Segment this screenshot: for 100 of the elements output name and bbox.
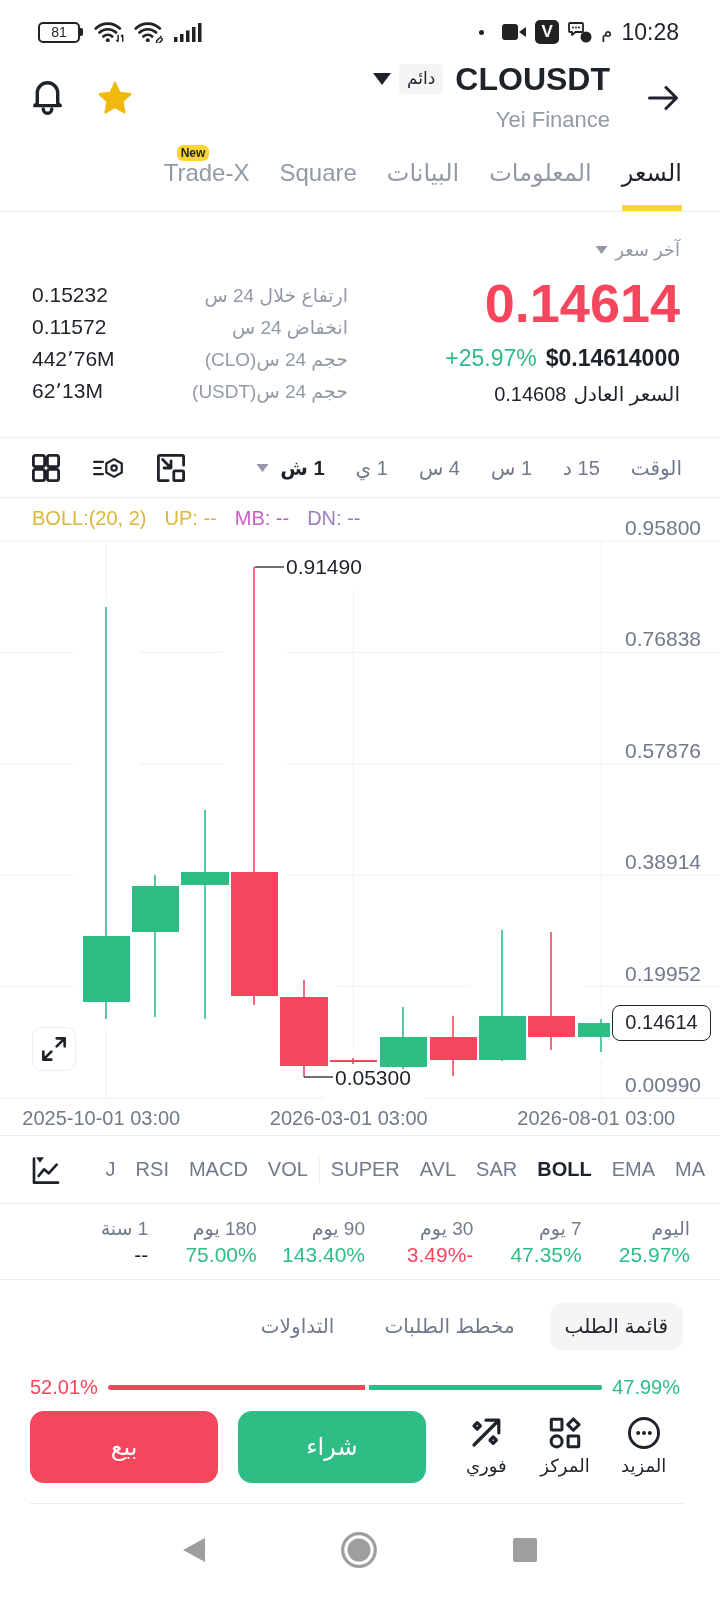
dot-icon bbox=[479, 29, 485, 35]
period-change: 143.40% bbox=[282, 1242, 365, 1268]
indicator-legend-text: MB: -- bbox=[234, 506, 290, 530]
period-change: 25.97% bbox=[618, 1242, 690, 1268]
period-label: 1 سنة bbox=[100, 1217, 149, 1241]
indicator-tab[interactable]: BOLL bbox=[537, 1158, 592, 1181]
stat-label: حجم 24 س(USDT) bbox=[192, 379, 348, 403]
interval-label: الوقت bbox=[630, 455, 682, 480]
stat-label: ارتفاع خلال 24 س bbox=[204, 283, 348, 307]
interval-option[interactable]: 4 س bbox=[418, 455, 460, 480]
stat-label: انخفاض 24 س bbox=[231, 315, 348, 339]
indicator-tab[interactable]: VOL bbox=[267, 1158, 308, 1181]
period-label: اليوم bbox=[651, 1217, 690, 1242]
date-axis-label: 2026-03-01 03:00 bbox=[269, 1107, 428, 1129]
spot-button[interactable]: فوري bbox=[447, 1398, 526, 1477]
tab[interactable]: Trade-X New bbox=[163, 140, 250, 211]
interval-option[interactable]: 1 ي bbox=[355, 455, 388, 480]
grid-icon[interactable] bbox=[32, 453, 60, 482]
star-icon[interactable] bbox=[98, 81, 132, 114]
time-period: م bbox=[601, 21, 613, 44]
indicator-tab[interactable]: SUPER bbox=[330, 1158, 400, 1181]
indicator-tab[interactable]: J bbox=[105, 1158, 116, 1181]
period-label: 7 يوم bbox=[538, 1217, 582, 1242]
indicator-legend-text: UP: -- bbox=[164, 506, 217, 530]
indicator-tab[interactable]: SAR bbox=[476, 1158, 518, 1181]
axis-label: 0.57876 bbox=[625, 738, 701, 762]
interval-option[interactable]: 15 د bbox=[563, 455, 600, 480]
current-price-tag: 0.14614 bbox=[612, 1005, 711, 1041]
tab[interactable]: المعلومات bbox=[489, 140, 592, 211]
wifi-icon bbox=[134, 21, 165, 43]
buy-share: 47.99% bbox=[612, 1376, 680, 1398]
caret-icon[interactable] bbox=[373, 73, 391, 85]
tab[interactable]: السعر bbox=[621, 140, 682, 211]
shrink-icon[interactable] bbox=[157, 453, 185, 482]
indicator-legend-text: BOLL:(20, 2) bbox=[32, 506, 147, 530]
buy-button[interactable]: شراء bbox=[238, 1411, 426, 1483]
wifi-icon bbox=[94, 21, 125, 43]
order-book-tab[interactable]: مخطط الطلبات bbox=[369, 1303, 530, 1350]
candlestick bbox=[380, 1006, 427, 1070]
usd-price: $0.14614000 bbox=[545, 344, 680, 372]
position-button[interactable]: المركز bbox=[525, 1398, 605, 1477]
right-arrow-icon[interactable] bbox=[648, 86, 678, 110]
interval-option[interactable]: 1 س bbox=[491, 455, 533, 480]
indicator-tab[interactable]: RSI bbox=[135, 1158, 169, 1181]
order-book-tab[interactable]: قائمة الطلب bbox=[549, 1303, 683, 1350]
price-type-label[interactable]: آخر سعر bbox=[615, 239, 680, 261]
expand-icon bbox=[42, 1037, 66, 1061]
percent-arrow-icon bbox=[470, 1417, 503, 1449]
more-icon bbox=[627, 1417, 660, 1449]
fair-price-label: السعر العادل bbox=[573, 382, 680, 406]
interval-option[interactable]: 1 ش bbox=[280, 455, 325, 480]
fair-price-value: 0.14608 bbox=[494, 382, 567, 406]
bell-icon[interactable] bbox=[33, 81, 62, 115]
sell-button[interactable]: بيع bbox=[30, 1411, 218, 1483]
tab[interactable]: البيانات bbox=[386, 140, 460, 211]
symbol-title[interactable]: CLOUSDT bbox=[455, 64, 610, 94]
more-button[interactable]: المزيد bbox=[604, 1398, 683, 1477]
app-icon: V bbox=[535, 20, 560, 44]
indicator-tab[interactable]: MA bbox=[675, 1158, 705, 1181]
indicator-tab[interactable]: AVL bbox=[419, 1158, 457, 1181]
candlestick bbox=[430, 1015, 477, 1077]
period-label: 180 يوم bbox=[192, 1217, 257, 1242]
indicator-legend-text: DN: -- bbox=[307, 506, 361, 530]
market-type-badge: دائم bbox=[399, 64, 444, 94]
period-change: 3.49%- bbox=[406, 1242, 474, 1268]
date-axis-label: 2025-10-01 03:00 bbox=[22, 1107, 181, 1129]
stat-value: 62٬13M bbox=[32, 379, 103, 403]
line-chart-icon[interactable] bbox=[32, 1155, 60, 1184]
last-price: 0.14614 bbox=[484, 273, 680, 333]
new-badge: New bbox=[176, 145, 210, 161]
clock-time: 10:28 bbox=[621, 18, 679, 46]
high-price-label: 0.91490 bbox=[286, 555, 362, 578]
video-camera-icon bbox=[502, 24, 527, 40]
shapes-icon bbox=[549, 1417, 581, 1449]
price-change: +25.97% bbox=[445, 344, 537, 372]
tab[interactable]: Square bbox=[279, 140, 357, 211]
project-name: Yei Finance bbox=[495, 107, 610, 133]
indicator-tab[interactable]: MACD bbox=[188, 1158, 248, 1181]
stat-label: حجم 24 س(CLO) bbox=[204, 347, 348, 371]
back-icon[interactable] bbox=[183, 1538, 205, 1562]
battery-indicator: 81 bbox=[38, 21, 83, 43]
period-change: 75.00% bbox=[185, 1242, 257, 1268]
axis-label: 0.19952 bbox=[625, 961, 701, 985]
indicator-tab[interactable]: EMA bbox=[611, 1158, 655, 1181]
order-book-tab[interactable]: التداولات bbox=[245, 1303, 350, 1350]
period-label: 90 يوم bbox=[311, 1217, 365, 1242]
axis-label: 0.76838 bbox=[625, 627, 701, 651]
axis-label: 0.95800 bbox=[625, 516, 701, 539]
candlestick bbox=[578, 1018, 610, 1053]
sell-share: 52.01% bbox=[30, 1376, 98, 1398]
leader-line bbox=[303, 1076, 334, 1078]
period-change: 47.35% bbox=[510, 1242, 582, 1268]
date-axis-label: 2026-08-01 03:00 bbox=[517, 1107, 676, 1129]
stat-value: 0.15232 bbox=[32, 283, 108, 307]
period-label: 30 يوم bbox=[420, 1217, 474, 1242]
candlestick bbox=[330, 1057, 377, 1065]
expand-button[interactable] bbox=[32, 1027, 76, 1071]
chat-icon bbox=[568, 21, 593, 43]
axis-label: 0.38914 bbox=[625, 850, 701, 874]
home-icon[interactable] bbox=[341, 1532, 377, 1568]
